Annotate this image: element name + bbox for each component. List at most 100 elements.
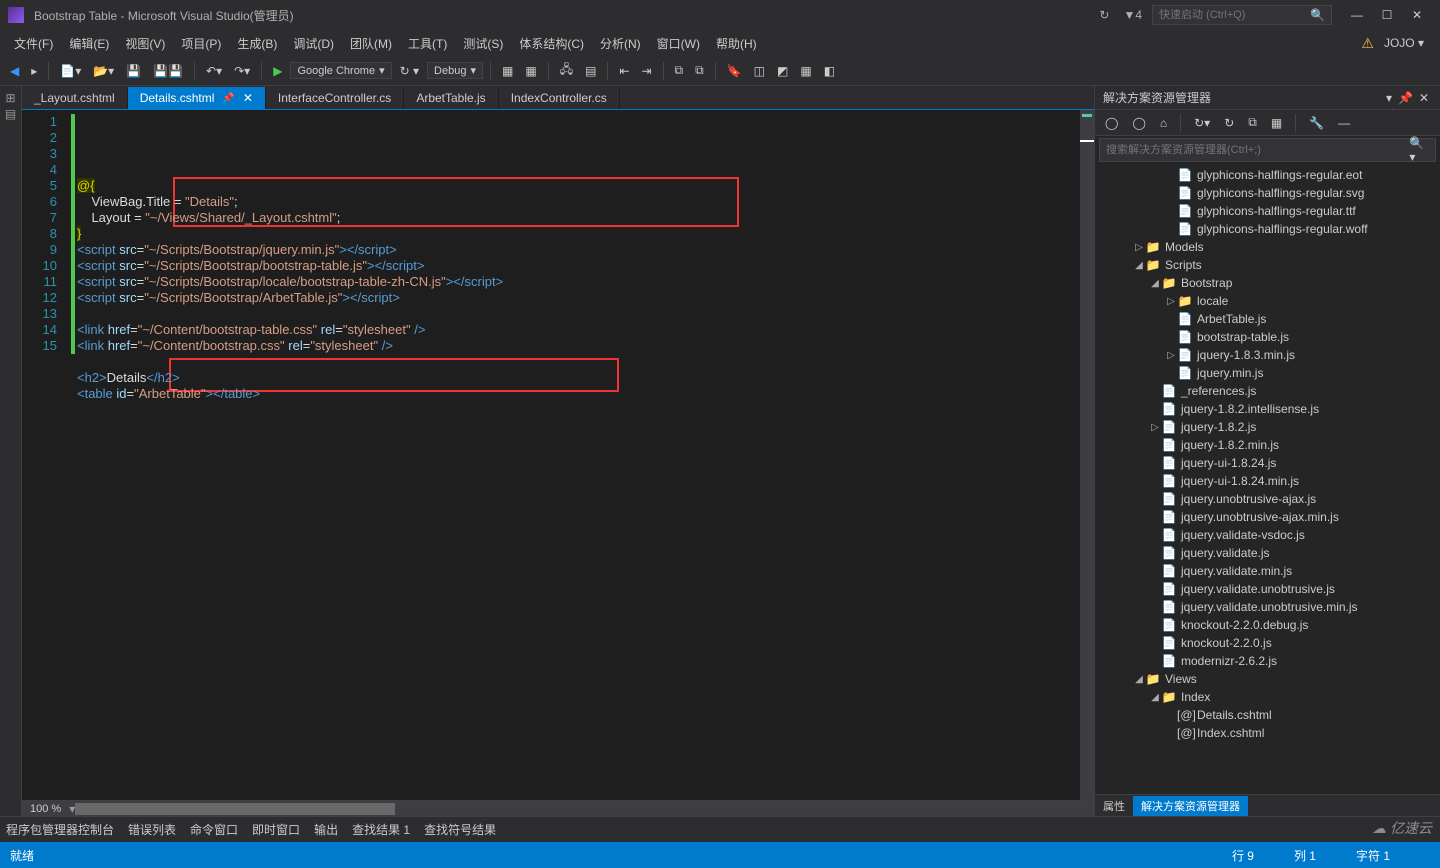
tree-node[interactable]: [@]Details.cshtml [1095,706,1440,724]
tree-node[interactable]: 📄ArbetTable.js [1095,310,1440,328]
tree-node[interactable]: 📄modernizr-2.6.2.js [1095,652,1440,670]
tree-node[interactable]: 📄knockout-2.2.0.debug.js [1095,616,1440,634]
warning-icon[interactable]: ⚠ [1361,35,1374,52]
file-tab[interactable]: _Layout.cshtml [22,87,128,109]
tool-icon-7[interactable]: ▦ [796,62,815,80]
indent-right-icon[interactable]: ⇥ [637,62,655,80]
menu-item[interactable]: 工具(T) [400,33,455,54]
copy-icon[interactable]: ⧉ [1244,113,1261,132]
tree-node[interactable]: ▷📄jquery-1.8.2.js [1095,418,1440,436]
tree-node[interactable]: 📄jquery-ui-1.8.24.js [1095,454,1440,472]
close-button[interactable]: ✕ [1402,5,1432,25]
menu-item[interactable]: 调试(D) [285,33,342,54]
tree-node[interactable]: 📄jquery.unobtrusive-ajax.min.js [1095,508,1440,526]
tree-node[interactable]: 📄glyphicons-halflings-regular.woff [1095,220,1440,238]
nav-back-button[interactable]: ◀ [6,62,23,80]
undo-button[interactable]: ↶▾ [202,62,226,80]
overview-ruler[interactable] [1080,110,1094,800]
start-debug-button[interactable]: ▶ [269,62,286,80]
server-explorer-icon[interactable]: ▤ [3,106,19,122]
output-tab[interactable]: 查找结果 1 [352,821,410,838]
tree-node[interactable]: 📄jquery-1.8.2.min.js [1095,436,1440,454]
refresh-button[interactable]: ↻ ▾ [396,62,423,80]
tree-node[interactable]: 📄glyphicons-halflings-regular.ttf [1095,202,1440,220]
tree-node[interactable]: 📄knockout-2.2.0.js [1095,634,1440,652]
minimize-button[interactable]: — [1342,5,1372,25]
redo-button[interactable]: ↷▾ [230,62,254,80]
tool-icon-2[interactable]: ▦ [521,62,540,80]
output-tab[interactable]: 即时窗口 [252,821,300,838]
menu-item[interactable]: 生成(B) [229,33,285,54]
config-select[interactable]: Debug ▾ [427,62,483,79]
tree-node[interactable]: 📄jquery.validate.unobtrusive.min.js [1095,598,1440,616]
tree-node[interactable]: ◢📁Scripts [1095,256,1440,274]
solution-search[interactable]: 🔍▾ [1099,138,1436,162]
tool-icon-4[interactable]: ▤ [581,62,600,80]
comment-icon[interactable]: ⧉ [671,61,688,80]
tool-icon-8[interactable]: ◧ [820,62,839,80]
tree-node[interactable]: 📄jquery.min.js [1095,364,1440,382]
output-tab[interactable]: 查找符号结果 [424,821,496,838]
tree-node[interactable]: 📄glyphicons-halflings-regular.eot [1095,166,1440,184]
output-tab[interactable]: 程序包管理器控制台 [6,821,114,838]
menu-item[interactable]: 体系结构(C) [511,33,592,54]
tree-node[interactable]: ▷📄jquery-1.8.3.min.js [1095,346,1440,364]
save-button[interactable]: 💾 [122,62,145,80]
properties-icon[interactable]: 🔧 [1305,114,1328,132]
user-menu[interactable]: JOJO ▾ [1384,36,1424,50]
tree-node[interactable]: ▷📁locale [1095,292,1440,310]
panel-tab[interactable]: 解决方案资源管理器 [1133,796,1248,816]
panel-tab[interactable]: 属性 [1095,796,1133,816]
quick-launch-input[interactable] [1159,9,1310,21]
tree-node[interactable]: 📄jquery.unobtrusive-ajax.js [1095,490,1440,508]
chevron-icon[interactable]: ◢ [1133,260,1145,271]
chevron-icon[interactable]: ▷ [1149,422,1161,433]
open-file-button[interactable]: 📂▾ [89,62,118,80]
tree-node[interactable]: ◢📁Index [1095,688,1440,706]
chevron-icon[interactable]: ▷ [1165,296,1177,307]
sync-icon[interactable]: ↻ [1099,8,1109,22]
tree-node[interactable]: 📄glyphicons-halflings-regular.svg [1095,184,1440,202]
chevron-icon[interactable]: ◢ [1149,278,1161,289]
menu-item[interactable]: 帮助(H) [708,33,765,54]
file-tab[interactable]: IndexController.cs [499,87,620,109]
output-tab[interactable]: 输出 [314,821,338,838]
code-editor[interactable]: 123456789101112131415 @{ ViewBag.Title =… [22,110,1094,800]
nav-fwd-button[interactable]: ▸ [27,62,41,80]
home-icon[interactable]: ⌂ [1156,114,1171,132]
new-project-button[interactable]: 📄▾ [56,62,85,80]
menu-item[interactable]: 窗口(W) [649,33,708,54]
refresh-tree-icon[interactable]: ↻ [1220,114,1238,132]
search-icon[interactable]: 🔍▾ [1409,136,1429,164]
bookmark-icon[interactable]: 🔖 [723,62,746,80]
toolbox-icon[interactable]: ⊞ [3,90,19,106]
hscroll-thumb[interactable] [75,803,395,815]
tree-node[interactable]: 📄_references.js [1095,382,1440,400]
search-icon[interactable]: 🔍 [1310,8,1325,22]
menu-item[interactable]: 团队(M) [342,33,400,54]
quick-launch[interactable]: 🔍 [1152,5,1332,25]
tree-node[interactable]: 📄jquery.validate-vsdoc.js [1095,526,1440,544]
solution-search-input[interactable] [1106,144,1409,156]
pin-icon[interactable]: 📌 [222,93,234,104]
tree-node[interactable]: 📄jquery-1.8.2.intellisense.js [1095,400,1440,418]
nav-back-icon[interactable]: ◯ [1128,114,1149,132]
maximize-button[interactable]: ☐ [1372,5,1402,25]
menu-item[interactable]: 编辑(E) [61,33,117,54]
collapse-icon[interactable]: — [1334,114,1354,132]
nav-home-icon[interactable]: ◯ [1101,114,1122,132]
browser-select[interactable]: Google Chrome ▾ [290,62,391,79]
file-tab[interactable]: InterfaceController.cs [266,87,404,109]
feedback-filter[interactable]: ▼4 [1123,8,1142,22]
tab-close-icon[interactable]: ✕ [243,91,253,105]
panel-menu-icon[interactable]: ▾ [1383,91,1395,105]
panel-pin-icon[interactable]: 📌 [1395,91,1416,105]
chevron-icon[interactable]: ◢ [1149,692,1161,703]
menu-item[interactable]: 项目(P) [173,33,229,54]
tree-node[interactable]: 📄jquery.validate.min.js [1095,562,1440,580]
zoom-level[interactable]: 100 % [22,803,69,815]
tree-node[interactable]: ▷📁Models [1095,238,1440,256]
tree-node[interactable]: 📄jquery-ui-1.8.24.min.js [1095,472,1440,490]
save-all-button[interactable]: 💾💾 [149,62,187,80]
tool-icon-3[interactable]: 🖧 [556,58,577,83]
